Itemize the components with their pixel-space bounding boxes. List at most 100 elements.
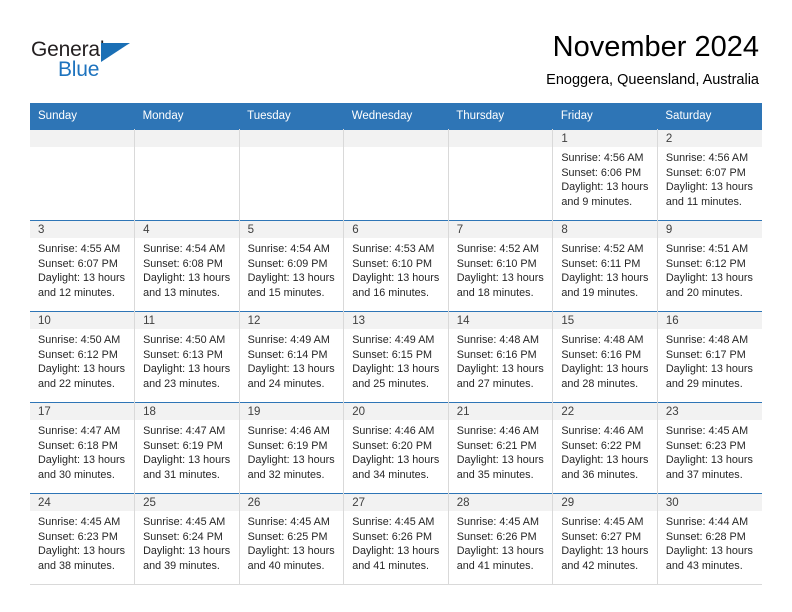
calendar-day-cell-empty	[448, 129, 554, 221]
sunrise-time: Sunrise: 4:46 AM	[247, 425, 330, 437]
daylight-duration-line2: and 35 minutes.	[456, 468, 534, 481]
calendar-day-cell[interactable]: 5 Sunrise: 4:54 AM Sunset: 6:09 PM Daylight…	[239, 220, 345, 312]
sunrise-time: Sunrise: 4:45 AM	[456, 516, 539, 528]
daylight-duration-line1: Daylight: 13 hours	[247, 272, 335, 285]
day-details: Sunrise: 4:54 AM Sunset: 6:09 PM Daylight:…	[240, 238, 344, 300]
calendar-day-cell[interactable]: 15 Sunrise: 4:48 AM Sunset: 6:16 PM Dayligh…	[552, 311, 658, 403]
calendar-day-cell[interactable]: 24 Sunrise: 4:45 AM Sunset: 6:23 PM Dayligh…	[30, 493, 136, 585]
sunset-time: Sunset: 6:14 PM	[247, 348, 328, 361]
calendar-day-cell[interactable]: 13 Sunrise: 4:49 AM Sunset: 6:15 PM Dayligh…	[343, 311, 449, 403]
calendar-day-cell[interactable]: 8 Sunrise: 4:52 AM Sunset: 6:11 PM Daylight…	[552, 220, 658, 312]
daylight-duration-line1: Daylight: 13 hours	[352, 363, 440, 376]
sunset-time: Sunset: 6:23 PM	[38, 530, 118, 543]
calendar-day-cell[interactable]: 20 Sunrise: 4:46 AM Sunset: 6:20 PM Dayligh…	[343, 402, 449, 494]
title-block: November 2024 Enoggera, Queensland, Aust…	[546, 30, 759, 90]
daylight-duration-line1: Daylight: 13 hours	[456, 363, 544, 376]
calendar-day-cell[interactable]: 29 Sunrise: 4:45 AM Sunset: 6:27 PM Dayligh…	[552, 493, 658, 585]
sunrise-time: Sunrise: 4:47 AM	[38, 425, 121, 437]
calendar-day-cell[interactable]: 12 Sunrise: 4:49 AM Sunset: 6:14 PM Dayligh…	[239, 311, 345, 403]
brand-logo[interactable]: General Blue	[31, 38, 151, 84]
calendar-day-cell[interactable]: 6 Sunrise: 4:53 AM Sunset: 6:10 PM Daylight…	[343, 220, 449, 312]
calendar-day-cell[interactable]: 16 Sunrise: 4:48 AM Sunset: 6:17 PM Dayligh…	[657, 311, 762, 403]
calendar-day-cell[interactable]: 26 Sunrise: 4:45 AM Sunset: 6:25 PM Dayligh…	[239, 493, 345, 585]
calendar-day-cell[interactable]: 28 Sunrise: 4:45 AM Sunset: 6:26 PM Dayligh…	[448, 493, 554, 585]
day-number: 6	[344, 221, 448, 238]
calendar-day-cell[interactable]: 3 Sunrise: 4:55 AM Sunset: 6:07 PM Daylight…	[30, 220, 136, 312]
calendar-day-cell[interactable]: 30 Sunrise: 4:44 AM Sunset: 6:28 PM Dayligh…	[657, 493, 762, 585]
calendar-day-cell[interactable]: 1 Sunrise: 4:56 AM Sunset: 6:06 PM Daylight…	[552, 129, 658, 221]
sunset-time: Sunset: 6:12 PM	[38, 348, 118, 361]
daylight-duration-line2: and 19 minutes.	[561, 286, 639, 299]
calendar-day-cell[interactable]: 14 Sunrise: 4:48 AM Sunset: 6:16 PM Dayligh…	[448, 311, 554, 403]
brand-name-blue: Blue	[58, 58, 100, 81]
daylight-duration-line1: Daylight: 13 hours	[561, 545, 649, 558]
weekday-header-friday: Friday	[552, 103, 658, 130]
day-number: 23	[657, 403, 762, 420]
daylight-duration-line1: Daylight: 13 hours	[247, 545, 335, 558]
weekday-header-monday: Monday	[134, 103, 240, 130]
sunset-time: Sunset: 6:08 PM	[143, 257, 223, 270]
daylight-duration-line2: and 11 minutes.	[665, 195, 742, 208]
sunset-time: Sunset: 6:19 PM	[247, 439, 328, 452]
daylight-duration-line1: Daylight: 13 hours	[38, 454, 126, 467]
day-number: 7	[448, 221, 553, 238]
calendar-day-cell-empty	[343, 129, 449, 221]
page-header: General Blue November 2024 Enoggera, Que…	[0, 0, 792, 103]
day-details: Sunrise: 4:51 AM Sunset: 6:12 PM Daylight:…	[658, 238, 762, 300]
calendar-day-cell[interactable]: 27 Sunrise: 4:45 AM Sunset: 6:26 PM Dayligh…	[343, 493, 449, 585]
calendar-day-cell[interactable]: 7 Sunrise: 4:52 AM Sunset: 6:10 PM Daylight…	[448, 220, 554, 312]
daylight-duration-line1: Daylight: 13 hours	[143, 272, 231, 285]
sunset-time: Sunset: 6:10 PM	[456, 257, 537, 270]
calendar-week-row: 3 Sunrise: 4:55 AM Sunset: 6:07 PM Daylight…	[30, 220, 762, 312]
calendar-week-row: 24 Sunrise: 4:45 AM Sunset: 6:23 PM Dayligh…	[30, 493, 762, 585]
daylight-duration-line2: and 41 minutes.	[456, 559, 534, 572]
calendar-day-cell[interactable]: 4 Sunrise: 4:54 AM Sunset: 6:08 PM Daylight…	[134, 220, 240, 312]
day-details: Sunrise: 4:49 AM Sunset: 6:15 PM Daylight:…	[344, 329, 448, 391]
daylight-duration-line2: and 41 minutes.	[352, 559, 430, 572]
calendar-week-row: 1 Sunrise: 4:56 AM Sunset: 6:06 PM Daylight…	[30, 129, 762, 221]
calendar-day-cell-empty	[134, 129, 240, 221]
sunset-time: Sunset: 6:26 PM	[456, 530, 537, 543]
calendar-day-cell[interactable]: 18 Sunrise: 4:47 AM Sunset: 6:19 PM Dayligh…	[134, 402, 240, 494]
sunrise-time: Sunrise: 4:50 AM	[143, 334, 226, 346]
day-number: 12	[239, 312, 344, 329]
sunset-time: Sunset: 6:15 PM	[352, 348, 433, 361]
sunrise-time: Sunrise: 4:52 AM	[561, 243, 644, 255]
calendar-day-cell-empty	[30, 129, 136, 221]
day-details: Sunrise: 4:56 AM Sunset: 6:07 PM Daylight:…	[658, 147, 762, 209]
sunrise-time: Sunrise: 4:55 AM	[38, 243, 121, 255]
sunrise-time: Sunrise: 4:56 AM	[665, 152, 749, 164]
calendar-day-cell-empty	[239, 129, 345, 221]
day-number: 29	[553, 494, 657, 511]
calendar-week-row: 10 Sunrise: 4:50 AM Sunset: 6:12 PM Dayligh…	[30, 311, 762, 403]
day-number: 16	[657, 312, 762, 329]
daylight-duration-line2: and 38 minutes.	[38, 559, 115, 572]
day-number	[30, 130, 135, 147]
day-number	[135, 130, 239, 147]
daylight-duration-line2: and 34 minutes.	[352, 468, 430, 481]
day-details: Sunrise: 4:46 AM Sunset: 6:21 PM Daylight:…	[449, 420, 553, 482]
sunrise-time: Sunrise: 4:49 AM	[247, 334, 330, 346]
daylight-duration-line2: and 28 minutes.	[561, 377, 639, 390]
daylight-duration-line2: and 9 minutes.	[561, 195, 633, 208]
calendar-day-cell[interactable]: 25 Sunrise: 4:45 AM Sunset: 6:24 PM Dayligh…	[134, 493, 240, 585]
day-details: Sunrise: 4:50 AM Sunset: 6:12 PM Daylight:…	[30, 329, 134, 391]
daylight-duration-line1: Daylight: 13 hours	[561, 272, 649, 285]
daylight-duration-line1: Daylight: 13 hours	[456, 545, 544, 558]
calendar-day-cell[interactable]: 19 Sunrise: 4:46 AM Sunset: 6:19 PM Dayligh…	[239, 402, 345, 494]
day-details: Sunrise: 4:45 AM Sunset: 6:27 PM Daylight:…	[553, 511, 657, 573]
day-number: 8	[553, 221, 657, 238]
calendar-day-cell[interactable]: 23 Sunrise: 4:45 AM Sunset: 6:23 PM Dayligh…	[657, 402, 762, 494]
daylight-duration-line1: Daylight: 13 hours	[352, 272, 440, 285]
calendar-day-cell[interactable]: 9 Sunrise: 4:51 AM Sunset: 6:12 PM Daylight…	[657, 220, 762, 312]
calendar-day-cell[interactable]: 2 Sunrise: 4:56 AM Sunset: 6:07 PM Daylight…	[657, 129, 762, 221]
calendar-day-cell[interactable]: 22 Sunrise: 4:46 AM Sunset: 6:22 PM Dayligh…	[552, 402, 658, 494]
calendar-day-cell[interactable]: 21 Sunrise: 4:46 AM Sunset: 6:21 PM Dayligh…	[448, 402, 554, 494]
calendar-day-cell[interactable]: 17 Sunrise: 4:47 AM Sunset: 6:18 PM Dayligh…	[30, 402, 136, 494]
daylight-duration-line2: and 39 minutes.	[143, 559, 220, 572]
calendar-day-cell[interactable]: 10 Sunrise: 4:50 AM Sunset: 6:12 PM Dayligh…	[30, 311, 136, 403]
daylight-duration-line2: and 12 minutes.	[38, 286, 115, 299]
sunset-time: Sunset: 6:10 PM	[352, 257, 433, 270]
sunset-time: Sunset: 6:17 PM	[665, 348, 746, 361]
calendar-day-cell[interactable]: 11 Sunrise: 4:50 AM Sunset: 6:13 PM Dayligh…	[134, 311, 240, 403]
